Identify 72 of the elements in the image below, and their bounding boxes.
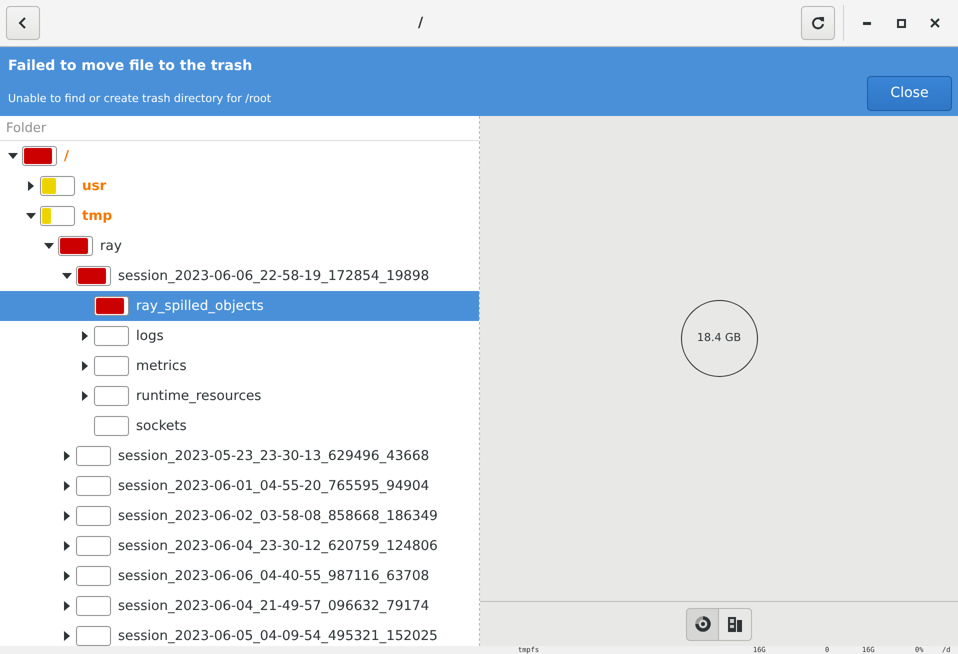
expander-right-icon[interactable] (28, 181, 34, 191)
ring-chart[interactable]: 18.4 GB (680, 300, 758, 377)
ring-chart-icon (694, 616, 710, 632)
close-icon (930, 18, 940, 28)
folder-name: runtime_resources (136, 386, 262, 406)
tree-row[interactable]: session_2023-06-05_04-09-54_495321_152025 (0, 621, 479, 646)
tree-row[interactable]: runtime_resources (0, 381, 479, 411)
close-infobar-button[interactable]: Close (867, 76, 952, 111)
treemap-view-button[interactable] (719, 608, 752, 640)
expander-right-icon[interactable] (64, 481, 70, 491)
expander-right-icon[interactable] (64, 631, 70, 641)
usage-bar (76, 476, 111, 496)
tree-row[interactable]: session_2023-06-04_21-49-57_096632_79174 (0, 591, 479, 621)
folder-name: / (64, 146, 69, 166)
folder-name: session_2023-06-06_22-58-19_172854_19898 (118, 266, 430, 286)
maximize-icon (896, 18, 906, 28)
folder-name: ray (100, 236, 122, 256)
folder-name: session_2023-06-04_21-49-57_096632_79174 (118, 596, 430, 616)
expander-right-icon[interactable] (82, 331, 88, 341)
expander-down-icon[interactable] (62, 273, 72, 279)
folder-name: session_2023-06-01_04-55-20_765595_94904 (118, 476, 430, 496)
folder-name: usr (82, 176, 106, 196)
treemap-icon (728, 616, 742, 632)
folder-name: logs (136, 326, 164, 346)
folder-name: session_2023-05-23_23-30-13_629496_43668 (118, 446, 430, 466)
rings-view-button[interactable] (686, 608, 719, 640)
folder-name: metrics (136, 356, 187, 376)
expander-right-icon[interactable] (82, 391, 88, 401)
usage-bar (76, 446, 111, 466)
folder-name: session_2023-06-05_04-09-54_495321_152025 (118, 626, 438, 646)
folder-name: ray_spilled_objects (136, 296, 264, 316)
folder-name: session_2023-06-06_04-40-55_987116_63708 (118, 566, 430, 586)
usage-bar (76, 536, 111, 556)
usage-bar (76, 506, 111, 526)
expander-down-icon[interactable] (8, 153, 18, 159)
usage-bar (76, 566, 111, 586)
total-size-label: 18.4 GB (696, 330, 742, 346)
usage-bar (94, 326, 129, 346)
expander-right-icon[interactable] (64, 511, 70, 521)
back-icon (18, 16, 28, 30)
tree-row[interactable]: logs (0, 321, 479, 351)
expander-down-icon[interactable] (44, 243, 54, 249)
tree-row[interactable]: session_2023-06-02_03-58-08_858668_186349 (0, 501, 479, 531)
folder-name: session_2023-06-04_23-30-12_620759_124806 (118, 536, 438, 556)
tree-row[interactable]: session_2023-06-06_22-58-19_172854_19898 (0, 261, 479, 291)
usage-bar (94, 416, 129, 436)
reload-button[interactable] (801, 6, 835, 40)
expander-down-icon[interactable] (26, 213, 36, 219)
folder-name: session_2023-06-02_03-58-08_858668_186349 (118, 506, 438, 526)
window-title: / (418, 14, 424, 30)
expander-right-icon[interactable] (64, 541, 70, 551)
back-button[interactable] (6, 6, 40, 40)
tree-row[interactable]: sockets (0, 411, 479, 441)
info-bar-title: Failed to move file to the trash (8, 57, 254, 76)
usage-bar (76, 596, 111, 616)
usage-bar (94, 356, 129, 376)
usage-bar (94, 386, 129, 406)
tree-row[interactable]: ray (0, 231, 479, 261)
tree-row[interactable]: metrics (0, 351, 479, 381)
expander-right-icon[interactable] (82, 361, 88, 371)
tree-row[interactable]: session_2023-06-04_23-30-12_620759_124806 (0, 531, 479, 561)
tree-row[interactable]: session_2023-05-23_23-30-13_629496_43668 (0, 441, 479, 471)
info-bar-message: Unable to find or create trash directory for /root (8, 91, 272, 107)
folder-name: tmp (82, 206, 112, 226)
tree-row[interactable]: session_2023-06-06_04-40-55_987116_63708 (0, 561, 479, 591)
minimize-icon (863, 22, 871, 24)
expander-right-icon[interactable] (64, 451, 70, 461)
tree-row[interactable]: session_2023-06-01_04-55-20_765595_94904 (0, 471, 479, 501)
folder-name: sockets (136, 416, 187, 436)
expander-right-icon[interactable] (64, 571, 70, 581)
reload-icon (811, 16, 825, 30)
expander-right-icon[interactable] (64, 601, 70, 611)
